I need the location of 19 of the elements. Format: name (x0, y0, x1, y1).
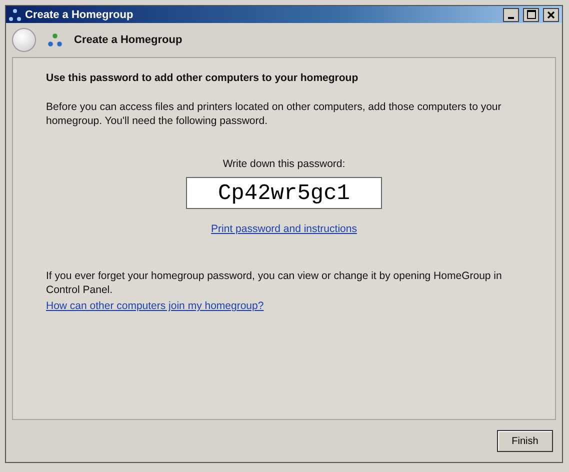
maximize-button[interactable] (523, 8, 539, 22)
password-display: Cp42wr5gc1 (186, 177, 382, 209)
minimize-icon (508, 16, 514, 18)
back-button[interactable] (12, 28, 36, 52)
window-title: Create a Homegroup (25, 8, 134, 20)
page-title: Create a Homegroup (74, 34, 182, 46)
password-label: Write down this password: (222, 158, 346, 170)
network-icon (48, 33, 62, 47)
heading: Use this password to add other computers to your homegroup (46, 72, 360, 84)
print-link[interactable]: Print password and instructions (211, 223, 357, 235)
finish-button[interactable]: Finish (497, 430, 553, 452)
minimize-button[interactable] (503, 8, 519, 22)
maximize-icon (526, 10, 536, 19)
forget-note: If you ever forget your homegroup password, you can view or change it by opening HomeGroup in Control Panel. (46, 269, 503, 297)
help-link[interactable]: How can other computers join my homegroup? (46, 300, 264, 312)
close-icon (547, 10, 555, 18)
close-button[interactable] (543, 8, 559, 22)
network-icon (9, 8, 21, 20)
intro-text: Before you can access files and printers located on other computers, add those computers to your homegroup. You'll need the following password. (46, 100, 502, 128)
